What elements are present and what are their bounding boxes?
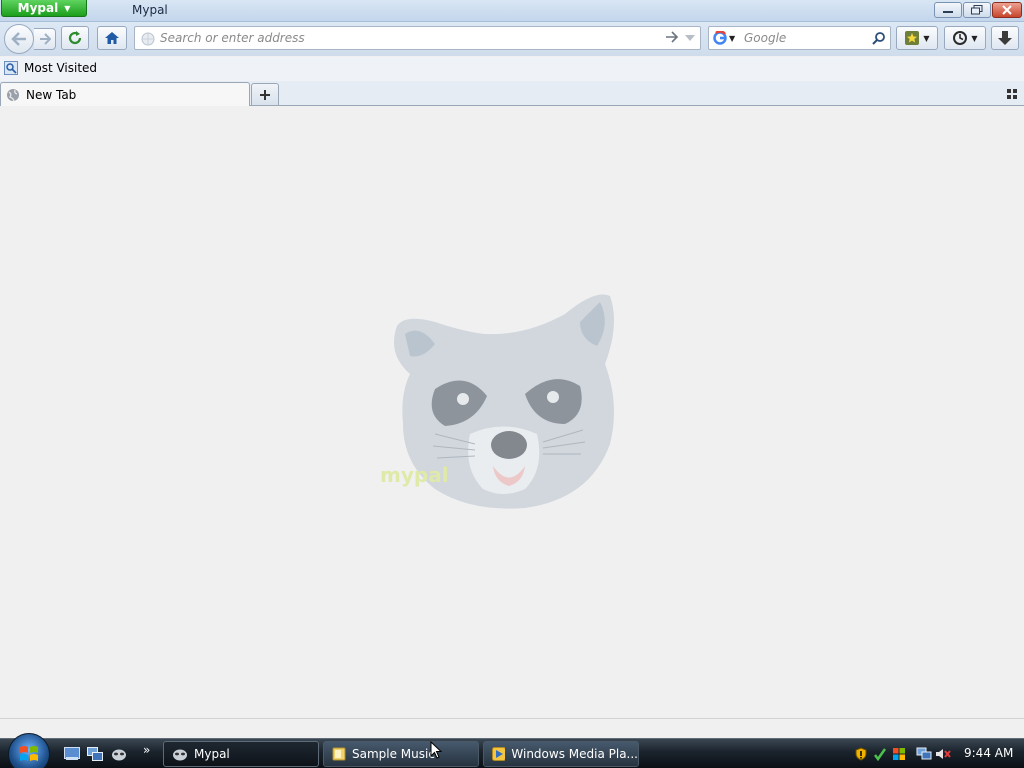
minimize-button[interactable] <box>934 2 962 18</box>
taskbar-item-sample-music[interactable]: Sample Music <box>323 741 479 767</box>
search-icon[interactable] <box>872 31 886 45</box>
go-arrow-icon[interactable] <box>665 31 679 43</box>
raccoon-icon <box>112 749 126 761</box>
security-center-icon[interactable] <box>871 745 889 763</box>
globe-icon <box>141 32 155 46</box>
raccoon-icon <box>173 749 187 761</box>
tab-strip: New Tab <box>0 81 1024 106</box>
windows-orb-icon <box>20 746 38 761</box>
media-player-icon <box>492 747 506 761</box>
chevron-down-icon: ▼ <box>64 3 71 13</box>
forward-button[interactable] <box>34 28 56 50</box>
switch-windows-icon <box>87 747 103 761</box>
taskbar-item-label: Mypal <box>194 747 230 761</box>
mypal-raccoon-logo: mypal <box>380 294 614 509</box>
address-input[interactable] <box>160 30 640 46</box>
search-input[interactable] <box>744 30 864 46</box>
reload-button[interactable] <box>61 26 89 50</box>
title-bar: Mypal ▼ Mypal <box>0 0 1024 22</box>
app-menu-label: Mypal <box>17 1 59 15</box>
download-icon <box>998 31 1012 45</box>
clock[interactable]: 9:44 AM <box>964 746 1013 760</box>
new-tab-button[interactable] <box>251 83 279 105</box>
windows-flag-icon[interactable] <box>890 745 908 763</box>
downloads-button[interactable] <box>991 26 1019 50</box>
reload-icon <box>68 31 82 45</box>
window-title: Mypal <box>132 3 168 17</box>
history-clock-icon <box>953 31 968 45</box>
close-icon <box>1002 5 1012 15</box>
bookmarks-toolbar: Most Visited <box>0 57 1024 81</box>
bookmark-label: Most Visited <box>24 61 98 75</box>
chevron-down-icon: ▼ <box>729 33 736 43</box>
volume-muted-icon[interactable] <box>934 745 952 763</box>
taskbar-item-windows-media-player[interactable]: Windows Media Pla... <box>483 741 639 767</box>
network-icon[interactable] <box>915 745 933 763</box>
plus-icon <box>260 89 270 100</box>
back-button[interactable] <box>4 24 34 54</box>
google-icon <box>713 31 727 45</box>
forward-arrow-icon <box>39 33 51 45</box>
mypal-quicklaunch-button[interactable] <box>110 745 128 763</box>
taskbar-item-label: Sample Music <box>352 747 435 761</box>
search-engine-selector[interactable]: ▼ <box>713 31 735 45</box>
page-content: mypal <box>0 106 1024 718</box>
globe-icon <box>7 88 19 101</box>
mouse-cursor-icon <box>430 741 442 759</box>
app-menu-button[interactable]: Mypal ▼ <box>1 0 87 17</box>
show-desktop-button[interactable] <box>63 745 81 763</box>
chevron-down-icon: ▼ <box>923 33 930 43</box>
history-button[interactable]: ▼ <box>944 26 986 50</box>
logo-wordmark: mypal <box>380 463 449 487</box>
close-button[interactable] <box>992 2 1022 18</box>
start-button[interactable] <box>8 733 50 768</box>
address-dropdown-icon[interactable] <box>684 34 696 42</box>
taskbar-item-mypal[interactable]: Mypal <box>163 741 319 767</box>
most-visited-icon <box>4 61 18 75</box>
taskbar-item-label: Windows Media Pla... <box>511 747 638 761</box>
home-icon <box>105 32 119 44</box>
navigation-toolbar: ▼ ▼ ▼ <box>0 22 1024 56</box>
bookmarks-button[interactable]: ▼ <box>896 26 938 50</box>
back-forward-group <box>4 24 58 54</box>
search-bar[interactable]: ▼ <box>708 26 891 50</box>
bookmark-most-visited[interactable]: Most Visited <box>4 61 97 75</box>
taskbar: » Mypal Sample Music Windows Media Pla..… <box>0 733 1024 768</box>
shield-icon[interactable] <box>852 745 870 763</box>
chevron-down-icon: ▼ <box>971 33 978 43</box>
folder-icon <box>332 747 346 761</box>
bookmarks-star-icon <box>905 31 920 45</box>
quicklaunch-chevron-icon[interactable]: » <box>143 743 150 757</box>
status-bar <box>0 718 1024 738</box>
home-button[interactable] <box>97 26 127 50</box>
switch-windows-button[interactable] <box>86 745 104 763</box>
address-bar[interactable] <box>134 26 701 50</box>
show-desktop-icon <box>64 747 80 760</box>
tab-list-grid-icon[interactable] <box>1006 88 1018 100</box>
tab-label: New Tab <box>26 87 77 102</box>
minimize-icon <box>943 11 953 13</box>
back-arrow-icon <box>11 32 26 46</box>
restore-icon <box>971 5 983 15</box>
tab-new-tab[interactable]: New Tab <box>0 82 250 106</box>
restore-button[interactable] <box>963 2 991 18</box>
